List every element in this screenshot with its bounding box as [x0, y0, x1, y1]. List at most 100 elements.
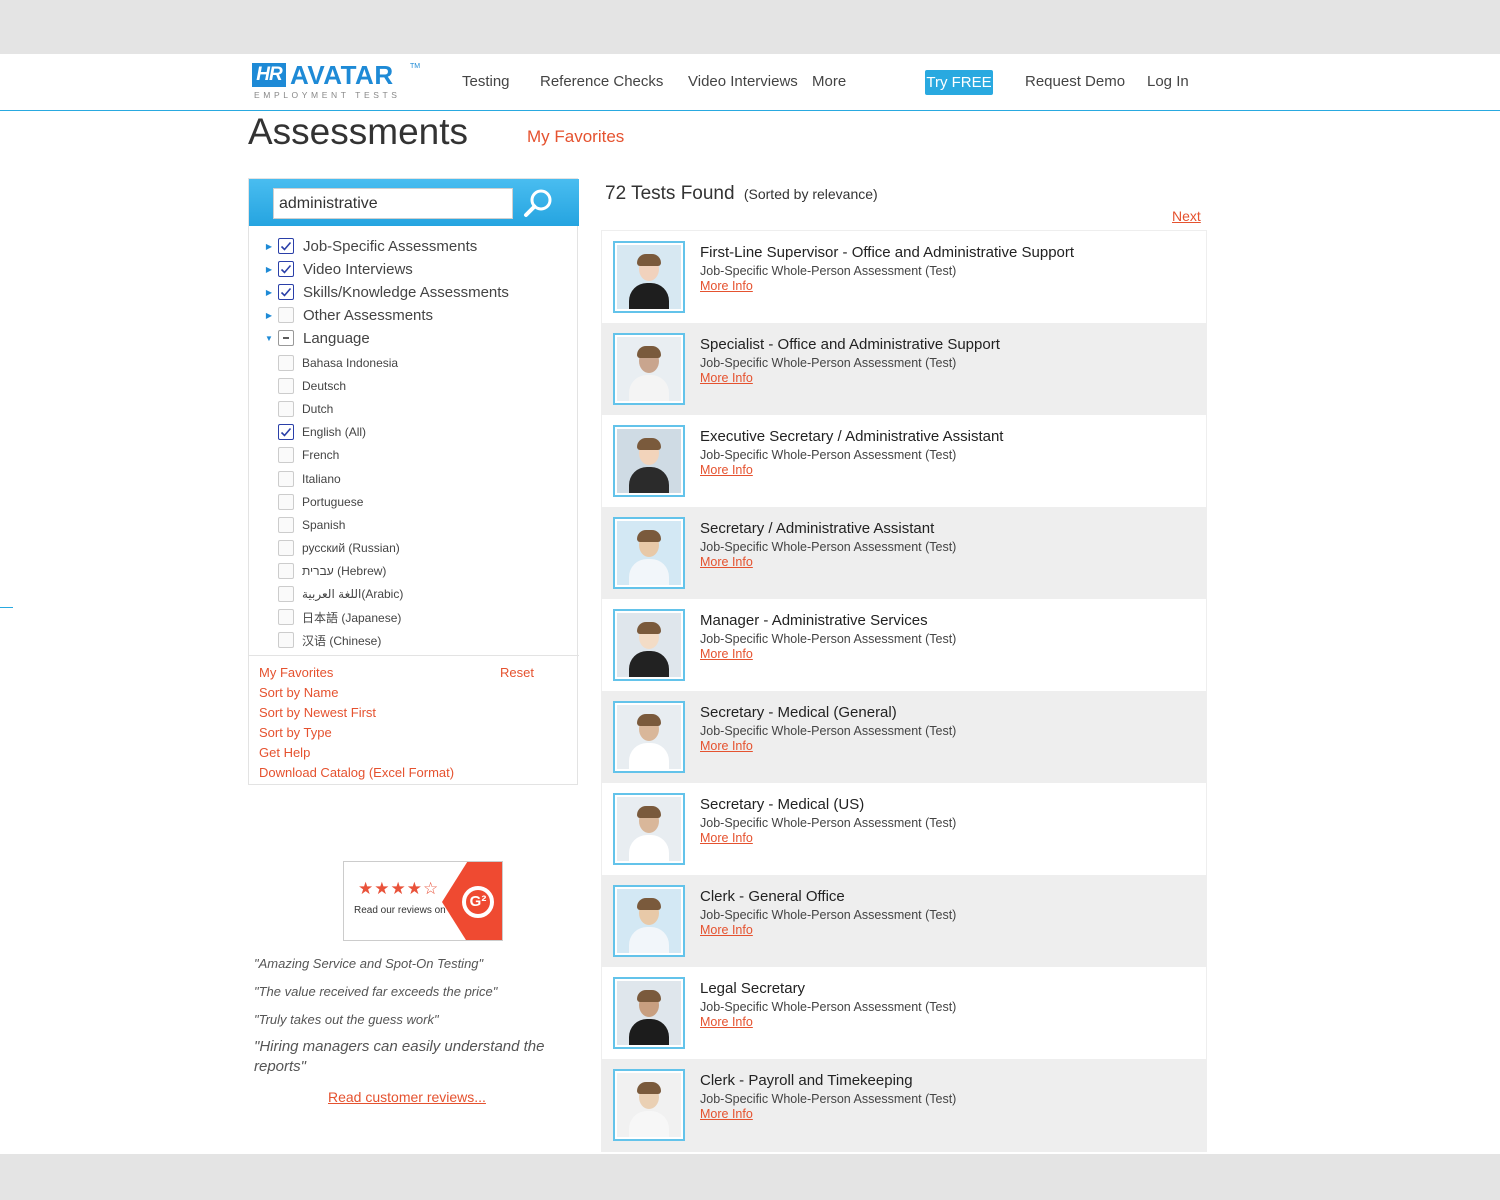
my-favorites-header-link[interactable]: My Favorites: [527, 127, 624, 147]
language-checkbox[interactable]: [278, 516, 294, 533]
get-help-link[interactable]: Get Help: [259, 745, 310, 760]
filter-checkbox[interactable]: [278, 261, 294, 277]
result-title[interactable]: First-Line Supervisor - Office and Admin…: [700, 244, 1074, 261]
reset-link[interactable]: Reset: [500, 665, 534, 680]
language-option[interactable]: Portuguese: [278, 492, 363, 512]
sort-by-type-link[interactable]: Sort by Type: [259, 725, 332, 740]
language-checkbox[interactable]: [278, 586, 294, 602]
language-option[interactable]: עברית (Hebrew): [278, 561, 386, 581]
language-checkbox[interactable]: [278, 609, 294, 626]
assessment-thumbnail[interactable]: [613, 333, 685, 405]
caret-right-icon[interactable]: ▶: [265, 236, 273, 256]
result-row: Clerk - Payroll and Timekeeping Job-Speci…: [602, 1059, 1206, 1151]
search-input[interactable]: [273, 188, 513, 219]
language-label: 汉语 (Chinese): [302, 633, 382, 648]
caret-right-icon[interactable]: ▶: [265, 259, 273, 279]
assessment-thumbnail[interactable]: [613, 609, 685, 681]
filter-checkbox[interactable]: [278, 330, 294, 346]
language-option[interactable]: русский (Russian): [278, 538, 400, 558]
result-type: Job-Specific Whole-Person Assessment (Te…: [700, 908, 957, 922]
hr-avatar-logo[interactable]: HR AVATAR TM EMPLOYMENT TESTS: [252, 60, 422, 101]
language-option[interactable]: French: [278, 445, 339, 465]
read-customer-reviews-link[interactable]: Read customer reviews...: [328, 1089, 486, 1105]
filter-checkbox[interactable]: [278, 284, 294, 300]
dash-icon: [283, 337, 289, 339]
result-title[interactable]: Specialist - Office and Administrative S…: [700, 336, 1000, 353]
next-page-link[interactable]: Next: [1172, 208, 1201, 224]
language-checkbox[interactable]: [278, 493, 294, 510]
more-info-link[interactable]: More Info: [700, 463, 753, 477]
nav-reference-checks[interactable]: Reference Checks: [540, 73, 663, 90]
language-option[interactable]: Spanish: [278, 515, 345, 535]
more-info-link[interactable]: More Info: [700, 1015, 753, 1029]
assessment-thumbnail[interactable]: [613, 1069, 685, 1141]
sidebar-my-favorites-link[interactable]: My Favorites: [259, 665, 333, 680]
result-title[interactable]: Legal Secretary: [700, 980, 805, 997]
assessment-thumbnail[interactable]: [613, 425, 685, 497]
language-checkbox[interactable]: [278, 355, 294, 371]
result-title[interactable]: Clerk - General Office: [700, 888, 845, 905]
filter-row[interactable]: ▶ Other Assessments: [265, 305, 433, 325]
nav-video-interviews[interactable]: Video Interviews: [688, 73, 798, 90]
download-catalog-link[interactable]: Download Catalog (Excel Format): [259, 765, 454, 780]
filter-row[interactable]: ▶ Video Interviews: [265, 259, 413, 279]
nav-more[interactable]: More: [812, 73, 846, 90]
result-title[interactable]: Secretary - Medical (General): [700, 704, 897, 721]
result-title[interactable]: Secretary / Administrative Assistant: [700, 520, 934, 537]
log-in-link[interactable]: Log In: [1147, 73, 1189, 90]
more-info-link[interactable]: More Info: [700, 923, 753, 937]
sort-by-name-link[interactable]: Sort by Name: [259, 685, 338, 700]
filter-row[interactable]: ▶ Job-Specific Assessments: [265, 236, 477, 256]
more-info-link[interactable]: More Info: [700, 555, 753, 569]
language-option[interactable]: اللغة العربية(Arabic): [278, 584, 403, 604]
language-checkbox[interactable]: [278, 447, 294, 464]
more-info-link[interactable]: More Info: [700, 371, 753, 385]
result-title[interactable]: Manager - Administrative Services: [700, 612, 928, 629]
language-label: 日本語 (Japanese): [302, 610, 402, 625]
more-info-link[interactable]: More Info: [700, 739, 753, 753]
language-checkbox[interactable]: [278, 470, 294, 487]
filter-row[interactable]: ▼ Language: [265, 328, 370, 348]
language-checkbox[interactable]: [278, 378, 294, 395]
language-option[interactable]: 汉语 (Chinese): [278, 630, 381, 650]
filter-row[interactable]: ▶ Skills/Knowledge Assessments: [265, 282, 509, 302]
result-title[interactable]: Secretary - Medical (US): [700, 796, 864, 813]
language-option[interactable]: English (All): [278, 422, 366, 442]
language-checkbox[interactable]: [278, 632, 294, 649]
logo-wordmark: AVATAR: [290, 60, 394, 90]
more-info-link[interactable]: More Info: [700, 831, 753, 845]
more-info-link[interactable]: More Info: [700, 279, 753, 293]
more-info-link[interactable]: More Info: [700, 647, 753, 661]
assessment-thumbnail[interactable]: [613, 701, 685, 773]
result-title[interactable]: Clerk - Payroll and Timekeeping: [700, 1072, 913, 1089]
language-option[interactable]: Italiano: [278, 469, 341, 489]
filter-checkbox[interactable]: [278, 238, 294, 254]
language-option[interactable]: Bahasa Indonesia: [278, 353, 398, 373]
nav-testing[interactable]: Testing: [462, 73, 510, 90]
assessment-thumbnail[interactable]: [613, 517, 685, 589]
request-demo-link[interactable]: Request Demo: [1025, 73, 1125, 90]
language-checkbox[interactable]: [278, 539, 294, 556]
language-option[interactable]: Deutsch: [278, 376, 346, 396]
try-free-button[interactable]: Try FREE: [925, 70, 993, 95]
search-button[interactable]: [523, 187, 555, 219]
language-checkbox[interactable]: [278, 424, 294, 441]
language-option[interactable]: Dutch: [278, 399, 333, 419]
more-info-link[interactable]: More Info: [700, 1107, 753, 1121]
language-checkbox[interactable]: [278, 401, 294, 418]
assessment-thumbnail[interactable]: [613, 885, 685, 957]
result-title[interactable]: Executive Secretary / Administrative Ass…: [700, 428, 1003, 445]
g2-review-badge[interactable]: ★★★★☆ Read our reviews on G²: [343, 861, 503, 941]
caret-right-icon[interactable]: ▶: [265, 305, 273, 325]
assessment-thumbnail[interactable]: [613, 793, 685, 865]
caret-down-icon[interactable]: ▼: [265, 328, 273, 348]
filter-checkbox[interactable]: [278, 307, 294, 323]
sort-by-newest-link[interactable]: Sort by Newest First: [259, 705, 376, 720]
results-count: 72 Tests Found: [605, 183, 735, 204]
checkmark-icon: [280, 428, 292, 437]
language-option[interactable]: 日本語 (Japanese): [278, 607, 401, 627]
language-checkbox[interactable]: [278, 562, 294, 579]
caret-right-icon[interactable]: ▶: [265, 282, 273, 302]
assessment-thumbnail[interactable]: [613, 977, 685, 1049]
assessment-thumbnail[interactable]: [613, 241, 685, 313]
